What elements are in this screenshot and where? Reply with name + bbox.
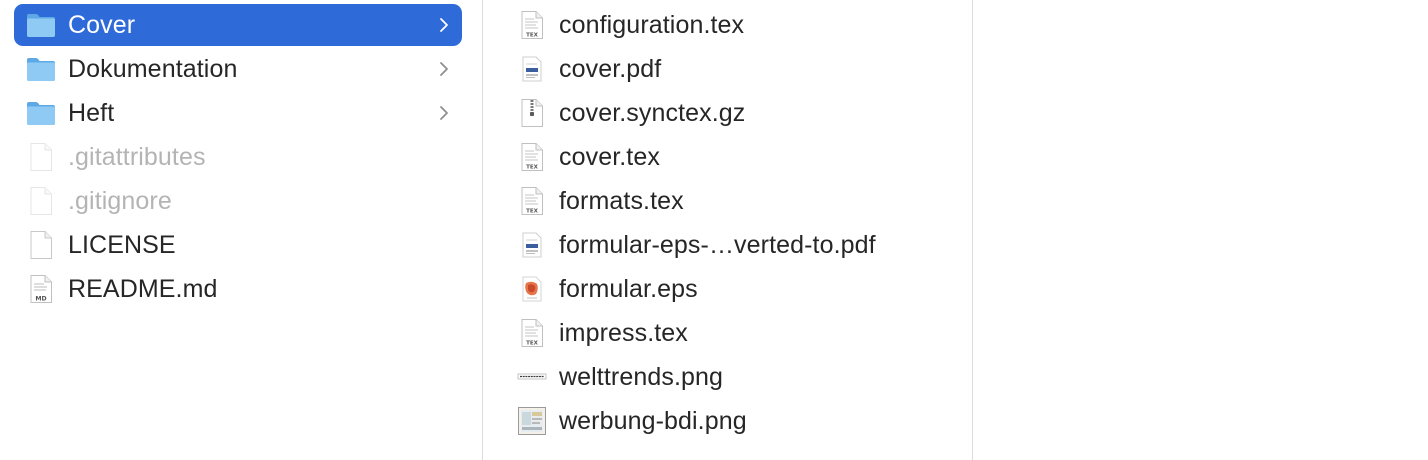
item-label: Cover <box>68 10 136 39</box>
item-label: formular-eps-…verted-to.pdf <box>559 230 876 259</box>
folder-icon <box>26 53 56 85</box>
list-item-formats-tex[interactable]: TEX formats.tex <box>503 180 958 222</box>
list-item-configuration-tex[interactable]: TEX configuration.tex <box>503 4 958 46</box>
tex-file-icon: TEX <box>517 141 547 173</box>
image-thumbnail-icon <box>517 405 547 437</box>
zip-archive-icon <box>517 97 547 129</box>
item-label: Dokumentation <box>68 54 238 83</box>
pdf-file-icon <box>517 53 547 85</box>
file-badge: TEX <box>526 341 539 347</box>
chevron-right-icon <box>440 18 448 32</box>
item-label: formular.eps <box>559 274 698 303</box>
list-item-cover[interactable]: Cover <box>14 4 462 46</box>
eps-file-icon <box>517 273 547 305</box>
list-item-readme[interactable]: MD README.md <box>14 268 462 310</box>
list-item-impress-tex[interactable]: TEX impress.tex <box>503 312 958 354</box>
pdf-file-icon <box>517 229 547 261</box>
item-label: formats.tex <box>559 186 684 215</box>
item-label: cover.synctex.gz <box>559 98 746 127</box>
item-label: cover.pdf <box>559 54 662 83</box>
image-thumbnail-icon <box>517 361 547 393</box>
document-icon <box>26 185 56 217</box>
list-item-license[interactable]: LICENSE <box>14 224 462 266</box>
chevron-right-icon <box>440 106 448 120</box>
markdown-file-icon: MD <box>26 273 56 305</box>
list-item-werbung-bdi-png[interactable]: werbung-bdi.png <box>503 400 958 442</box>
list-item-cover-tex[interactable]: TEX cover.tex <box>503 136 958 178</box>
list-item-formular-eps[interactable]: formular.eps <box>503 268 958 310</box>
document-icon <box>26 229 56 261</box>
list-item-cover-synctex-gz[interactable]: cover.synctex.gz <box>503 92 958 134</box>
list-item-formular-eps-converted-pdf[interactable]: formular-eps-…verted-to.pdf <box>503 224 958 266</box>
item-label: impress.tex <box>559 318 688 347</box>
list-item-gitattributes[interactable]: .gitattributes <box>14 136 462 178</box>
folder-icon <box>26 9 56 41</box>
document-icon <box>26 141 56 173</box>
file-badge: TEX <box>526 165 539 171</box>
column-parent-folder[interactable]: Cover Dokumentation Heft .gitattributes … <box>0 0 482 460</box>
chevron-right-icon <box>440 62 448 76</box>
list-item-welttrends-png[interactable]: welttrends.png <box>503 356 958 398</box>
file-badge: TEX <box>526 33 539 39</box>
tex-file-icon: TEX <box>517 9 547 41</box>
item-label: Heft <box>68 98 115 127</box>
item-label: cover.tex <box>559 142 660 171</box>
list-item-heft[interactable]: Heft <box>14 92 462 134</box>
item-label: .gitattributes <box>68 142 206 171</box>
item-label: werbung-bdi.png <box>559 406 747 435</box>
folder-icon <box>26 97 56 129</box>
tex-file-icon: TEX <box>517 317 547 349</box>
finder-column-view: Cover Dokumentation Heft .gitattributes … <box>0 0 1428 460</box>
item-label: welttrends.png <box>559 362 723 391</box>
item-label: .gitignore <box>68 186 172 215</box>
item-label: README.md <box>68 274 218 303</box>
tex-file-icon: TEX <box>517 185 547 217</box>
list-item-gitignore[interactable]: .gitignore <box>14 180 462 222</box>
item-label: LICENSE <box>68 230 176 259</box>
file-badge: MD <box>35 296 46 303</box>
list-item-cover-pdf[interactable]: cover.pdf <box>503 48 958 90</box>
column-cover-contents[interactable]: TEX configuration.tex cover.pdf cover.sy… <box>483 0 972 460</box>
file-badge: TEX <box>526 209 539 215</box>
list-item-dokumentation[interactable]: Dokumentation <box>14 48 462 90</box>
item-label: configuration.tex <box>559 10 745 39</box>
column-empty[interactable] <box>973 0 1428 460</box>
